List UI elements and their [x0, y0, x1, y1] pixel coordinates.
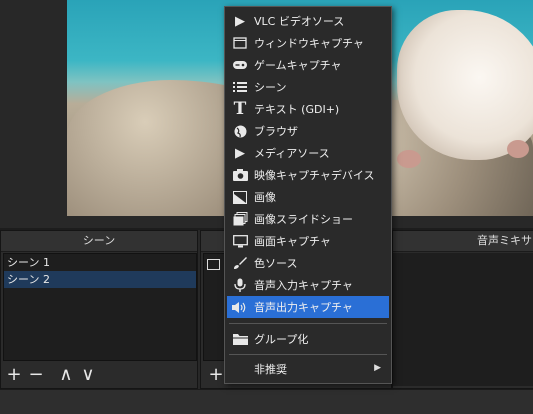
status-bar — [0, 389, 533, 414]
menu-separator — [229, 354, 387, 355]
monitor-icon — [231, 232, 249, 250]
play-icon: ▶ — [235, 145, 245, 161]
camera-icon — [231, 166, 249, 184]
menu-item-display-capture[interactable]: 画面キャプチャ — [227, 230, 389, 252]
audio-mixer-title: 音声ミキサ — [393, 231, 533, 252]
scene-toolbar: + − ∧ ∨ — [3, 363, 99, 385]
scenes-dock: シーン シーン 1 シーン 2 + − ∧ ∨ — [0, 230, 198, 389]
menu-item-media-source[interactable]: ▶ メディアソース — [227, 142, 389, 164]
move-scene-down-button[interactable]: ∨ — [77, 363, 99, 385]
play-icon: ▶ — [235, 13, 245, 29]
microphone-icon — [231, 276, 249, 294]
preview-cat-paw — [507, 140, 529, 158]
scene-list: シーン 1 シーン 2 — [3, 253, 197, 361]
folder-icon — [231, 330, 249, 348]
image-icon — [231, 188, 249, 206]
slideshow-icon — [231, 210, 249, 228]
audio-mixer-dock: 音声ミキサ — [392, 230, 533, 389]
menu-item-game-capture[interactable]: ゲームキャプチャ — [227, 54, 389, 76]
scenes-title: シーン — [1, 231, 197, 252]
list-icon — [231, 78, 249, 96]
menu-item-image[interactable]: 画像 — [227, 186, 389, 208]
add-scene-button[interactable]: + — [3, 363, 25, 385]
menu-item-text-gdi[interactable]: T テキスト (GDI+) — [227, 98, 389, 120]
brush-icon — [231, 254, 249, 272]
menu-item-group[interactable]: グループ化 — [227, 328, 389, 350]
preview-cat-paw — [397, 150, 421, 168]
menu-item-audio-input-capture[interactable]: 音声入力キャプチャ — [227, 274, 389, 296]
remove-scene-button[interactable]: − — [25, 363, 47, 385]
chevron-right-icon: ▶ — [374, 363, 381, 373]
menu-item-color-source[interactable]: 色ソース — [227, 252, 389, 274]
add-source-context-menu: ▶ VLC ビデオソース ウィンドウキャプチャ ゲームキャプチャ シーン T テ… — [224, 6, 392, 384]
menu-item-browser[interactable]: ブラウザ — [227, 120, 389, 142]
menu-item-audio-output-capture[interactable]: 音声出力キャプチャ — [227, 296, 389, 318]
audio-mixer-body — [393, 253, 533, 386]
speaker-icon — [231, 298, 249, 316]
menu-item-scene[interactable]: シーン — [227, 76, 389, 98]
globe-icon — [231, 122, 249, 140]
gamepad-icon — [231, 56, 249, 74]
scene-item[interactable]: シーン 1 — [4, 254, 196, 271]
image-source-icon[interactable] — [207, 259, 220, 270]
text-icon: T — [233, 99, 247, 119]
scene-item-selected[interactable]: シーン 2 — [4, 271, 196, 288]
menu-item-vlc-video-source[interactable]: ▶ VLC ビデオソース — [227, 10, 389, 32]
window-icon — [231, 34, 249, 52]
menu-item-image-slideshow[interactable]: 画像スライドショー — [227, 208, 389, 230]
move-scene-up-button[interactable]: ∧ — [55, 363, 77, 385]
menu-item-video-capture-device[interactable]: 映像キャプチャデバイス — [227, 164, 389, 186]
menu-separator — [229, 323, 387, 324]
menu-item-window-capture[interactable]: ウィンドウキャプチャ — [227, 32, 389, 54]
menu-item-deprecated[interactable]: 非推奨 ▶ — [227, 358, 389, 380]
